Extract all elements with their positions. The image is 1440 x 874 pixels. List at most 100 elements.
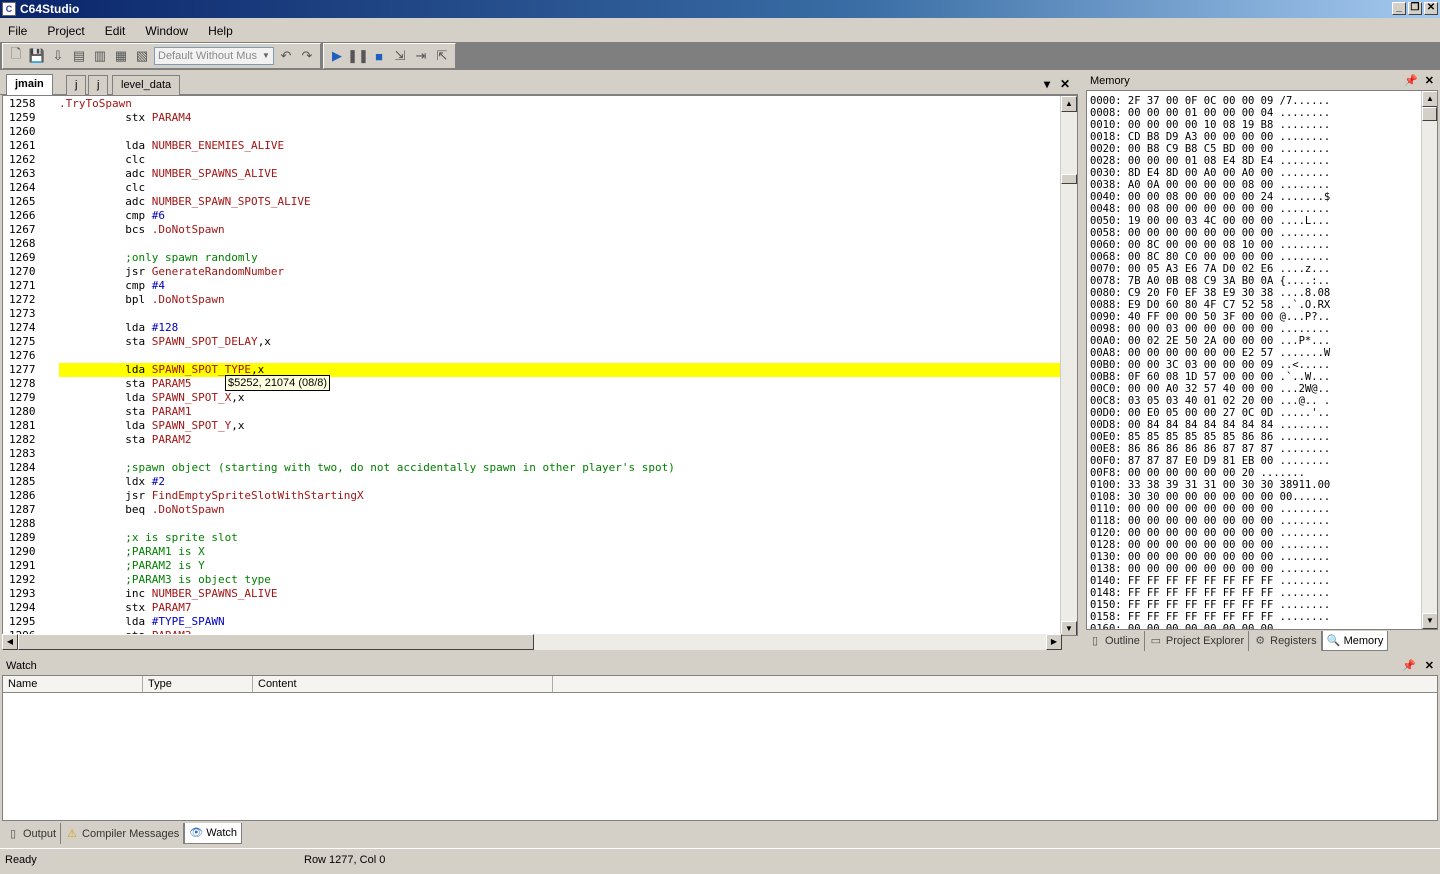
- memory-row[interactable]: 0150: FF FF FF FF FF FF FF FF ........: [1090, 599, 1330, 611]
- memory-row[interactable]: 0020: 00 B8 C9 B8 C5 BD 00 00 ........: [1090, 143, 1330, 155]
- memory-scroll-thumb[interactable]: [1422, 107, 1437, 121]
- memory-row[interactable]: 0058: 00 00 00 00 00 00 00 00 ........: [1090, 227, 1330, 239]
- close-icon[interactable]: ✕: [1425, 72, 1434, 90]
- memory-row[interactable]: 0088: E9 D0 60 80 4F C7 52 58 ..`.O.RX: [1090, 299, 1330, 311]
- minimize-button[interactable]: _: [1392, 2, 1406, 15]
- memory-row[interactable]: 0110: 00 00 00 00 00 00 00 00 ........: [1090, 503, 1330, 515]
- step-over-icon[interactable]: ⇥: [412, 47, 430, 65]
- tab-j-2[interactable]: j: [88, 75, 109, 95]
- code-line[interactable]: ldx #2: [59, 475, 165, 489]
- maximize-button[interactable]: ❐: [1408, 2, 1422, 15]
- code-line[interactable]: lda #TYPE_SPAWN: [59, 615, 224, 629]
- code-line[interactable]: sta PARAM5: [59, 377, 191, 391]
- tab-level-data[interactable]: level_data: [112, 75, 181, 95]
- redo-icon[interactable]: ↷: [298, 47, 316, 65]
- tab-compiler-messages[interactable]: ⚠ Compiler Messages: [61, 823, 185, 844]
- scroll-down-icon[interactable]: ▼: [1061, 621, 1077, 635]
- tab-project-explorer[interactable]: ▭ Project Explorer: [1145, 631, 1250, 651]
- code-line[interactable]: lda NUMBER_ENEMIES_ALIVE: [59, 139, 284, 153]
- memory-row[interactable]: 0120: 00 00 00 00 00 00 00 00 ........: [1090, 527, 1330, 539]
- scroll-left-icon[interactable]: ◀: [2, 634, 18, 650]
- memory-row[interactable]: 00C0: 00 00 A0 32 57 40 00 00 ...2W@..: [1090, 383, 1330, 395]
- memory-row[interactable]: 0118: 00 00 00 00 00 00 00 00 ........: [1090, 515, 1330, 527]
- code-line[interactable]: clc: [59, 181, 145, 195]
- code-line[interactable]: cmp #4: [59, 279, 165, 293]
- scroll-right-icon[interactable]: ▶: [1046, 634, 1062, 650]
- memory-row[interactable]: 0010: 00 00 00 00 10 08 19 B8 ........: [1090, 119, 1330, 131]
- step-out-icon[interactable]: ⇱: [433, 47, 451, 65]
- code-line[interactable]: lda #128: [59, 321, 178, 335]
- pause-icon[interactable]: ❚❚: [347, 47, 369, 65]
- code-line[interactable]: cmp #6: [59, 209, 165, 223]
- memory-row[interactable]: 00B0: 00 00 3C 03 00 00 00 09 ..<.....: [1090, 359, 1330, 371]
- column-type[interactable]: Type: [143, 676, 253, 693]
- code-line[interactable]: adc NUMBER_SPAWNS_ALIVE: [59, 167, 277, 181]
- code-line[interactable]: lda SPAWN_SPOT_X,x: [59, 391, 244, 405]
- column-content[interactable]: Content: [253, 676, 553, 693]
- memory-row[interactable]: 0070: 00 05 A3 E6 7A D0 02 E6 ....z...: [1090, 263, 1330, 275]
- code-editor[interactable]: 1258 1259 1260 1261 1262 1263 1264 1265 1266 1267…: [2, 95, 1078, 636]
- memory-row[interactable]: 00D0: 00 E0 05 00 00 27 0C 0D .....'..: [1090, 407, 1330, 419]
- code-line[interactable]: ;PARAM2 is Y: [59, 559, 204, 573]
- memory-row[interactable]: 0108: 30 30 00 00 00 00 00 00 00......: [1090, 491, 1330, 503]
- tab-registers[interactable]: ⚙ Registers: [1249, 631, 1322, 651]
- memory-vertical-scrollbar[interactable]: ▲ ▼: [1421, 91, 1437, 629]
- memory-row[interactable]: 00E0: 85 85 85 85 85 85 86 86 ........: [1090, 431, 1330, 443]
- memory-row[interactable]: 0008: 00 00 00 01 00 00 00 04 ........: [1090, 107, 1330, 119]
- memory-row[interactable]: 0028: 00 00 00 01 08 E4 8D E4 ........: [1090, 155, 1330, 167]
- memory-row[interactable]: 00A8: 00 00 00 00 00 00 E2 57 .......W: [1090, 347, 1330, 359]
- code-line[interactable]: inc NUMBER_SPAWNS_ALIVE: [59, 587, 277, 601]
- memory-row[interactable]: 0048: 00 08 00 00 00 00 00 00 ........: [1090, 203, 1330, 215]
- debug-icon[interactable]: ▧: [133, 47, 151, 65]
- code-line[interactable]: jsr FindEmptySpriteSlotWithStartingX: [59, 489, 363, 503]
- code-line[interactable]: ;spawn object (starting with two, do not…: [59, 461, 675, 475]
- code-line[interactable]: stx PARAM4: [59, 111, 191, 125]
- memory-row[interactable]: 0030: 8D E4 8D 00 A0 00 A0 00 ........: [1090, 167, 1330, 179]
- compile-icon[interactable]: ▦: [112, 47, 130, 65]
- tab-memory[interactable]: 🔍 Memory: [1321, 631, 1389, 651]
- memory-row[interactable]: 0038: A0 0A 00 00 00 00 08 00 ........: [1090, 179, 1330, 191]
- watch-close-icon[interactable]: ✕: [1425, 657, 1434, 675]
- editor-horizontal-scrollbar[interactable]: ◀ ▶: [2, 634, 1062, 650]
- code-line[interactable]: sta SPAWN_SPOT_DELAY,x: [59, 335, 271, 349]
- code-line[interactable]: ;only spawn randomly: [59, 251, 257, 265]
- memory-row[interactable]: 0060: 00 8C 00 00 00 08 10 00 ........: [1090, 239, 1330, 251]
- memory-row[interactable]: 00A0: 00 02 2E 50 2A 00 00 00 ...P*...: [1090, 335, 1330, 347]
- memory-row[interactable]: 00F8: 00 00 00 00 00 00 20 .......: [1090, 467, 1305, 479]
- code-line[interactable]: ;x is sprite slot: [59, 531, 238, 545]
- menu-project[interactable]: Project: [47, 24, 84, 38]
- memory-row[interactable]: 00F0: 87 87 87 E0 D9 81 EB 00 ........: [1090, 455, 1330, 467]
- code-line[interactable]: ;PARAM3 is object type: [59, 573, 271, 587]
- tab-outline[interactable]: ▯ Outline: [1084, 631, 1145, 651]
- memory-row[interactable]: 0140: FF FF FF FF FF FF FF FF ........: [1090, 575, 1330, 587]
- run-icon[interactable]: ▶: [328, 47, 346, 65]
- pin-icon[interactable]: 📌: [1404, 72, 1418, 90]
- menu-window[interactable]: Window: [145, 24, 188, 38]
- editor-vertical-scrollbar[interactable]: ▲ ▼: [1060, 96, 1077, 635]
- memory-row[interactable]: 0158: FF FF FF FF FF FF FF FF ........: [1090, 611, 1330, 623]
- code-line[interactable]: lda SPAWN_SPOT_Y,x: [59, 419, 244, 433]
- save-icon[interactable]: 💾: [28, 47, 46, 65]
- code-line[interactable]: clc: [59, 153, 145, 167]
- memory-row[interactable]: 0138: 00 00 00 00 00 00 00 00 ........: [1090, 563, 1330, 575]
- memory-row[interactable]: 00C8: 03 05 03 40 01 02 20 00 ...@.. .: [1090, 395, 1330, 407]
- watch-pin-icon[interactable]: 📌: [1402, 657, 1416, 675]
- code-area[interactable]: .TryToSpawn stx PARAM4 lda NUMBER_ENEMIE…: [59, 96, 1059, 635]
- stop-icon[interactable]: ■: [370, 47, 388, 65]
- memory-row[interactable]: 0080: C9 20 F0 EF 38 E9 30 38 ....8.08: [1090, 287, 1330, 299]
- scroll-thumb[interactable]: [1061, 174, 1077, 184]
- tab-watch[interactable]: 👁 Watch: [184, 823, 242, 844]
- code-line[interactable]: bcs .DoNotSpawn: [59, 223, 224, 237]
- build-run-icon[interactable]: ▥: [91, 47, 109, 65]
- column-name[interactable]: Name: [3, 676, 143, 693]
- tab-jmain[interactable]: jmain: [6, 74, 53, 96]
- memory-row[interactable]: 0000: 2F 37 00 0F 0C 00 00 09 /7......: [1090, 95, 1330, 107]
- build-icon[interactable]: ▤: [70, 47, 88, 65]
- code-line[interactable]: ;PARAM1 is X: [59, 545, 204, 559]
- memory-row[interactable]: 0050: 19 00 00 03 4C 00 00 00 ....L...: [1090, 215, 1330, 227]
- save-all-icon[interactable]: ⇩: [49, 47, 67, 65]
- memory-row[interactable]: 0078: 7B A0 0B 08 C9 3A B0 0A {....:..: [1090, 275, 1330, 287]
- tab-list-icon[interactable]: ▾: [1044, 77, 1050, 91]
- code-line[interactable]: adc NUMBER_SPAWN_SPOTS_ALIVE: [59, 195, 310, 209]
- horizontal-scroll-thumb[interactable]: [18, 634, 534, 650]
